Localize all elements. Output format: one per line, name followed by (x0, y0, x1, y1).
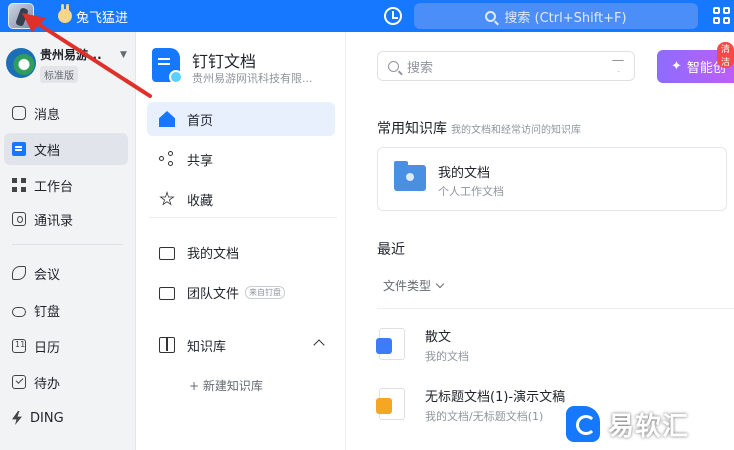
sidebar-divider (12, 244, 122, 245)
docs-nav-favorites[interactable]: 收藏 (147, 182, 335, 216)
file-name: 散文 (425, 330, 452, 345)
ai-badge: 清洁 (717, 42, 734, 68)
file-name: 无标题文档(1)-演示文稿 (425, 390, 566, 405)
watermark: 易软汇 (566, 402, 732, 446)
book-icon (159, 337, 175, 353)
team-folder-icon (159, 286, 175, 300)
folder-icon (159, 246, 175, 260)
search-icon (485, 10, 497, 22)
docs-nav-label: 共享 (187, 153, 214, 169)
file-type-filter-label: 文件类型 (383, 279, 432, 293)
kb-section-subtitle: 我的文档和经常访问的知识库 (451, 125, 581, 136)
sidebar-item-contacts[interactable]: 通讯录 (4, 203, 128, 235)
docs-nav-label: 收藏 (187, 193, 214, 209)
file-path: 我的文档/无标题文档(1) (425, 410, 544, 423)
sidebar-item-ding[interactable]: DING (4, 402, 128, 434)
document-icon (12, 142, 26, 156)
sidebar-item-workbench[interactable]: 工作台 (4, 169, 128, 201)
file-path: 我的文档 (425, 350, 469, 363)
docs-nav-panel: 钉钉文档 贵州易游网讯科技有限... 首页 共享 收藏 我的文档 团队文件 来自… (137, 32, 346, 450)
todo-icon (12, 375, 26, 389)
sidebar-item-label: DING (30, 410, 64, 426)
docs-nav-label: 知识库 (187, 339, 227, 355)
list-item[interactable]: 散文 我的文档 (376, 320, 734, 370)
folder-icon (394, 161, 426, 191)
sidebar-item-meeting[interactable]: 会议 (4, 257, 128, 289)
sidebar-item-calendar[interactable]: 日历 (4, 330, 128, 362)
history-icon[interactable] (384, 7, 402, 25)
docs-nav-knowledge-base[interactable]: 知识库 (147, 328, 335, 362)
phone-icon (12, 266, 26, 280)
sidebar-item-label: 消息 (34, 107, 61, 123)
share-icon (159, 151, 175, 167)
home-icon (159, 111, 175, 127)
sidebar-item-label: 通讯录 (34, 213, 74, 229)
sidebar-item-label: 钉盘 (34, 304, 61, 320)
docs-search-placeholder: 搜索 (407, 60, 434, 76)
docs-nav-home[interactable]: 首页 (147, 102, 335, 136)
sidebar-item-label: 工作台 (34, 179, 74, 195)
global-search[interactable]: 搜索 (Ctrl+Shift+F) (414, 3, 698, 29)
kb-section-heading: 常用知识库 (377, 121, 447, 137)
sidebar-item-docs[interactable]: 文档 (4, 133, 128, 165)
watermark-logo (566, 406, 600, 442)
cloud-icon (12, 306, 26, 317)
docs-nav-my-docs[interactable]: 我的文档 (147, 235, 335, 269)
kb-section-title: 常用知识库 我的文档和经常访问的知识库 (377, 118, 581, 138)
ding-icon (12, 411, 22, 425)
sidebar-item-todo[interactable]: 待办 (4, 366, 128, 398)
main-content: 搜索 ✦ 智能创 清洁 常用知识库 我的文档和经常访问的知识库 我的文档 个人工作… (347, 32, 734, 450)
file-type-filter[interactable]: 文件类型 (383, 277, 445, 294)
search-icon (388, 60, 399, 72)
sidebar-item-label: 待办 (34, 376, 61, 392)
kb-card-name: 我的文档 (438, 166, 491, 181)
docs-nav-divider (149, 217, 337, 218)
annotation-arrow (22, 13, 152, 98)
sidebar-item-label: 会议 (34, 267, 61, 283)
sidebar-item-label: 文档 (34, 143, 61, 159)
chevron-up-icon[interactable] (313, 339, 325, 351)
filter-icon[interactable] (612, 60, 624, 72)
docs-nav-label: 我的文档 (187, 246, 240, 262)
docs-search-input[interactable]: 搜索 (377, 51, 635, 81)
calendar-icon (12, 339, 26, 353)
docs-nav-label: 团队文件 (187, 286, 240, 302)
contacts-icon (12, 212, 26, 226)
recent-divider (377, 308, 734, 309)
docs-org-subtitle: 贵州易游网讯科技有限... (192, 72, 313, 85)
source-tag: 来自钉盘 (245, 285, 286, 299)
chevron-down-icon (435, 279, 445, 289)
star-icon (159, 191, 175, 206)
new-knowledge-base-link[interactable]: + 新建知识库 (189, 377, 263, 394)
docs-nav-label: 首页 (187, 113, 214, 129)
docs-nav-shared[interactable]: 共享 (147, 142, 335, 176)
sidebar-item-label: 日历 (34, 340, 61, 356)
watermark-text: 易软汇 (608, 411, 690, 442)
doc-file-icon (376, 328, 405, 360)
grid-icon (12, 178, 26, 192)
sparkle-icon: ✦ (671, 59, 682, 74)
global-search-placeholder: 搜索 (Ctrl+Shift+F) (504, 10, 627, 26)
docs-nav-team-files[interactable]: 团队文件 来自钉盘 (147, 275, 335, 309)
sidebar-item-drive[interactable]: 钉盘 (4, 294, 128, 326)
presentation-file-icon (376, 388, 405, 420)
docs-app-title: 钉钉文档 (192, 52, 257, 71)
kb-card-my-docs[interactable]: 我的文档 个人工作文档 (377, 147, 727, 211)
apps-icon[interactable] (713, 7, 731, 25)
chat-icon (12, 106, 26, 120)
kb-card-desc: 个人工作文档 (438, 185, 504, 198)
recent-title: 最近 (377, 242, 405, 258)
